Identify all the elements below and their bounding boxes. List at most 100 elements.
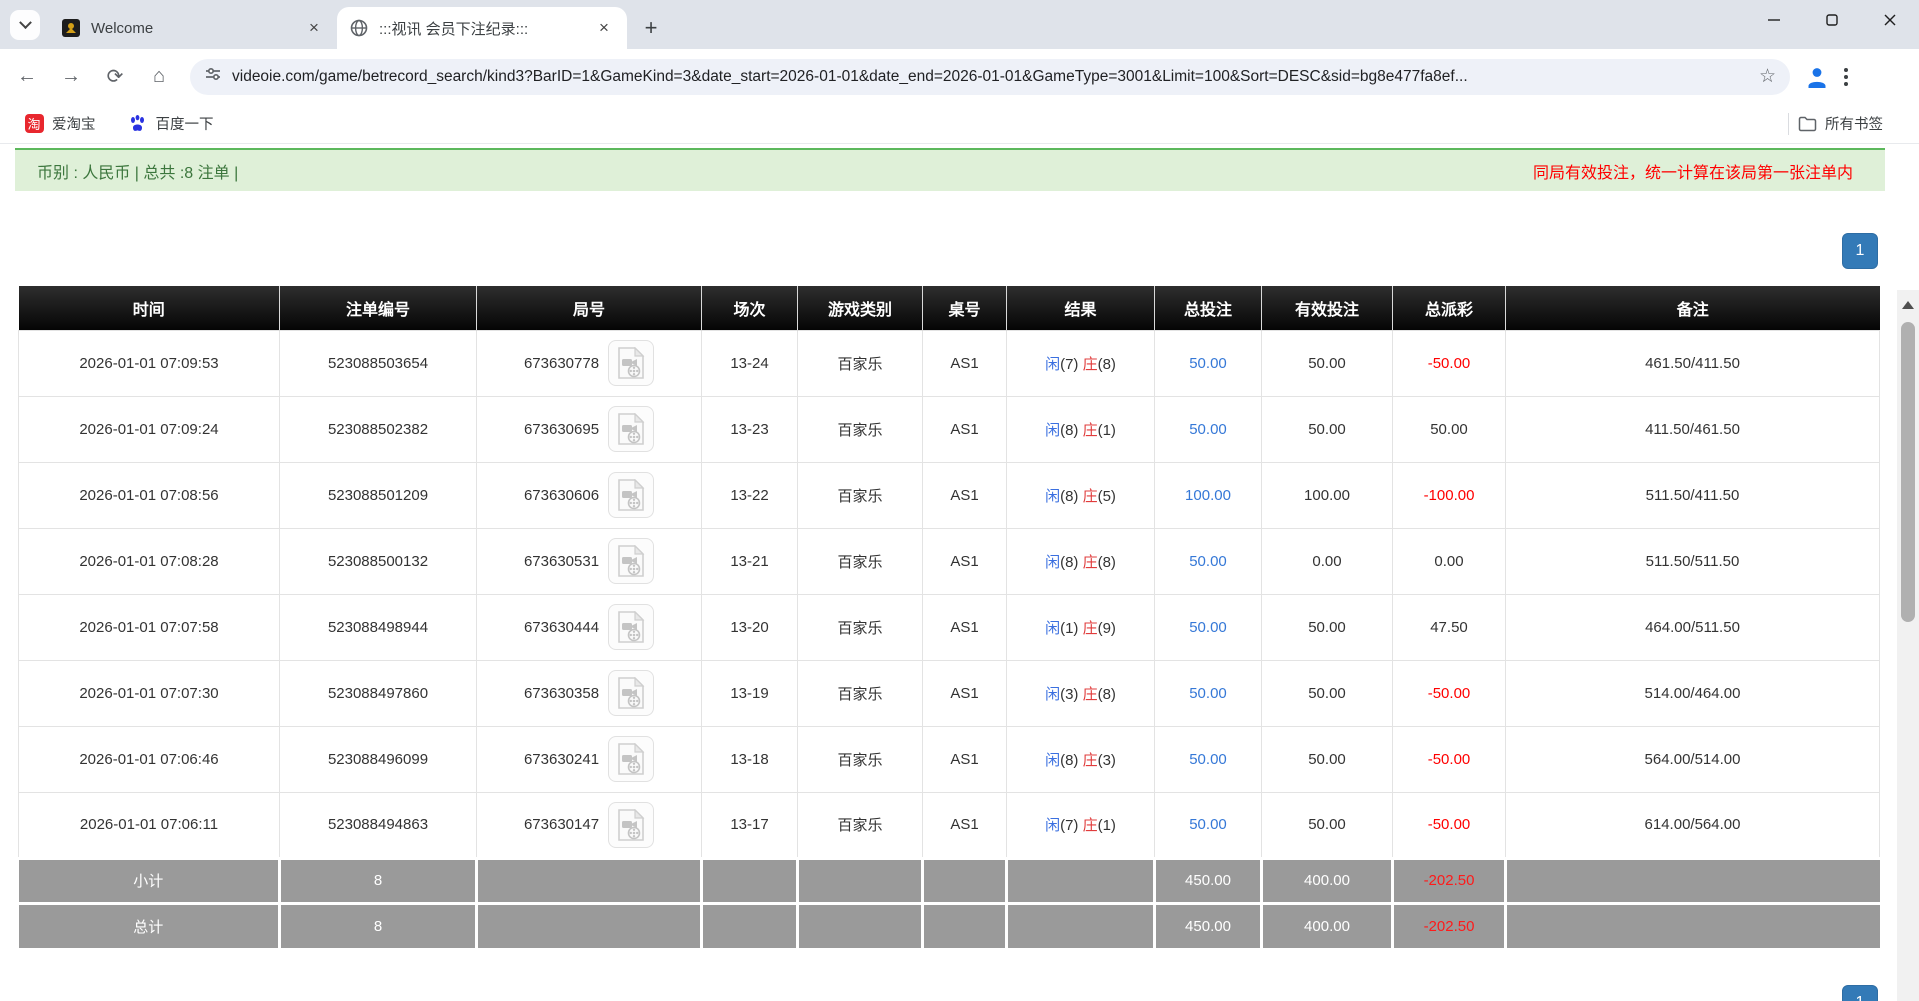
valid-bet: 0.00: [1262, 528, 1393, 594]
banker-score: (3): [1098, 752, 1116, 769]
scroll-up-icon[interactable]: [1897, 292, 1919, 318]
summary-label: 小计: [19, 858, 280, 903]
valid-bet: 50.00: [1262, 594, 1393, 660]
table-header-row: 时间注单编号局号场次游戏类别桌号结果总投注有效投注总派彩备注: [19, 286, 1880, 330]
home-button[interactable]: ⌂: [142, 60, 176, 94]
video-replay-button[interactable]: [608, 670, 654, 716]
video-replay-button[interactable]: [608, 538, 654, 584]
video-replay-button[interactable]: [608, 736, 654, 782]
bet-number: 523088500132: [280, 528, 477, 594]
scrollbar-thumb[interactable]: [1901, 322, 1915, 622]
table-number: AS1: [923, 792, 1007, 858]
bet-time: 2026-01-01 07:07:30: [19, 660, 280, 726]
total-bet[interactable]: 100.00: [1155, 462, 1262, 528]
site-info-icon[interactable]: [204, 65, 222, 88]
bet-number: 523088496099: [280, 726, 477, 792]
profile-avatar-icon[interactable]: [1804, 64, 1830, 90]
summary-empty-cell: [477, 858, 702, 903]
player-label: 闲: [1045, 356, 1060, 373]
player-score: (7): [1060, 817, 1083, 834]
summary-total-bet: 450.00: [1155, 858, 1262, 903]
total-bet[interactable]: 50.00: [1155, 528, 1262, 594]
summary-empty-cell: [798, 858, 923, 903]
video-replay-button[interactable]: [608, 604, 654, 650]
baidu-paw-icon: [128, 114, 148, 134]
column-header: 总派彩: [1393, 286, 1506, 330]
session: 13-21: [702, 528, 798, 594]
summary-empty-cell: [798, 903, 923, 948]
result: 闲(8) 庄(1): [1007, 396, 1155, 462]
column-header: 桌号: [923, 286, 1007, 330]
new-tab-button[interactable]: +: [635, 12, 667, 44]
minimize-button[interactable]: [1745, 0, 1803, 40]
summary-empty-cell: [923, 858, 1007, 903]
address-bar[interactable]: videoie.com/game/betrecord_search/kind3?…: [190, 59, 1790, 95]
total-payout: 50.00: [1393, 396, 1506, 462]
tab-search-button[interactable]: [10, 10, 40, 40]
back-button[interactable]: ←: [10, 60, 44, 94]
result: 闲(8) 庄(3): [1007, 726, 1155, 792]
video-replay-button[interactable]: [608, 406, 654, 452]
game-type: 百家乐: [798, 594, 923, 660]
bet-number: 523088502382: [280, 396, 477, 462]
url-text[interactable]: videoie.com/game/betrecord_search/kind3?…: [232, 68, 1759, 86]
vertical-scrollbar[interactable]: [1897, 290, 1919, 1001]
table-row: 2026-01-01 07:06:46523088496099673630241…: [19, 726, 1880, 792]
summary-payout: -202.50: [1393, 858, 1506, 903]
summary-row: 小计8450.00400.00-202.50: [19, 858, 1880, 903]
player-label: 闲: [1045, 488, 1060, 505]
bookmark-star-icon[interactable]: ☆: [1759, 65, 1776, 88]
pagination-page-1-top[interactable]: 1: [1842, 233, 1878, 269]
result: 闲(8) 庄(8): [1007, 528, 1155, 594]
session: 13-20: [702, 594, 798, 660]
player-label: 闲: [1045, 422, 1060, 439]
tab-welcome[interactable]: Welcome ×: [49, 7, 337, 49]
column-header: 游戏类别: [798, 286, 923, 330]
bookmark-aitaobao[interactable]: 淘 爱淘宝: [16, 109, 104, 138]
video-replay-button[interactable]: [608, 340, 654, 386]
game-type: 百家乐: [798, 726, 923, 792]
total-bet[interactable]: 50.00: [1155, 330, 1262, 396]
summary-count: 8: [280, 858, 477, 903]
table-row: 2026-01-01 07:09:53523088503654673630778…: [19, 330, 1880, 396]
result: 闲(7) 庄(1): [1007, 792, 1155, 858]
player-label: 闲: [1045, 817, 1060, 834]
all-bookmarks-button[interactable]: 所有书签: [1789, 109, 1891, 138]
bet-time: 2026-01-01 07:08:56: [19, 462, 280, 528]
total-bet[interactable]: 50.00: [1155, 726, 1262, 792]
close-window-button[interactable]: [1861, 0, 1919, 40]
banker-label: 庄: [1083, 422, 1098, 439]
close-tab-icon[interactable]: ×: [303, 17, 325, 39]
remark: 564.00/514.00: [1506, 726, 1880, 792]
maximize-button[interactable]: [1803, 0, 1861, 40]
forward-button[interactable]: →: [54, 60, 88, 94]
total-payout: 0.00: [1393, 528, 1506, 594]
video-replay-button[interactable]: [608, 472, 654, 518]
tab-betrecord[interactable]: :::视讯 会员下注纪录::: ×: [337, 7, 627, 49]
column-header: 时间: [19, 286, 280, 330]
round-number: 673630531: [477, 528, 702, 594]
valid-bet: 50.00: [1262, 330, 1393, 396]
player-label: 闲: [1045, 686, 1060, 703]
total-payout: -50.00: [1393, 726, 1506, 792]
table-number: AS1: [923, 726, 1007, 792]
summary-total-bet: 450.00: [1155, 903, 1262, 948]
globe-icon: [349, 18, 369, 38]
total-bet[interactable]: 50.00: [1155, 660, 1262, 726]
total-bet[interactable]: 50.00: [1155, 792, 1262, 858]
total-bet[interactable]: 50.00: [1155, 594, 1262, 660]
session: 13-18: [702, 726, 798, 792]
table-row: 2026-01-01 07:07:30523088497860673630358…: [19, 660, 1880, 726]
refresh-button[interactable]: ⟳: [98, 60, 132, 94]
total-bet[interactable]: 50.00: [1155, 396, 1262, 462]
banker-label: 庄: [1083, 752, 1098, 769]
bet-number: 523088497860: [280, 660, 477, 726]
bookmark-baidu[interactable]: 百度一下: [120, 109, 222, 138]
close-tab-icon[interactable]: ×: [593, 17, 615, 39]
video-replay-button[interactable]: [608, 802, 654, 848]
pagination-page-1-bottom[interactable]: 1: [1842, 985, 1878, 1001]
banker-score: (1): [1098, 817, 1116, 834]
menu-kebab-icon[interactable]: [1844, 68, 1848, 86]
valid-bet: 50.00: [1262, 792, 1393, 858]
remark: 461.50/411.50: [1506, 330, 1880, 396]
